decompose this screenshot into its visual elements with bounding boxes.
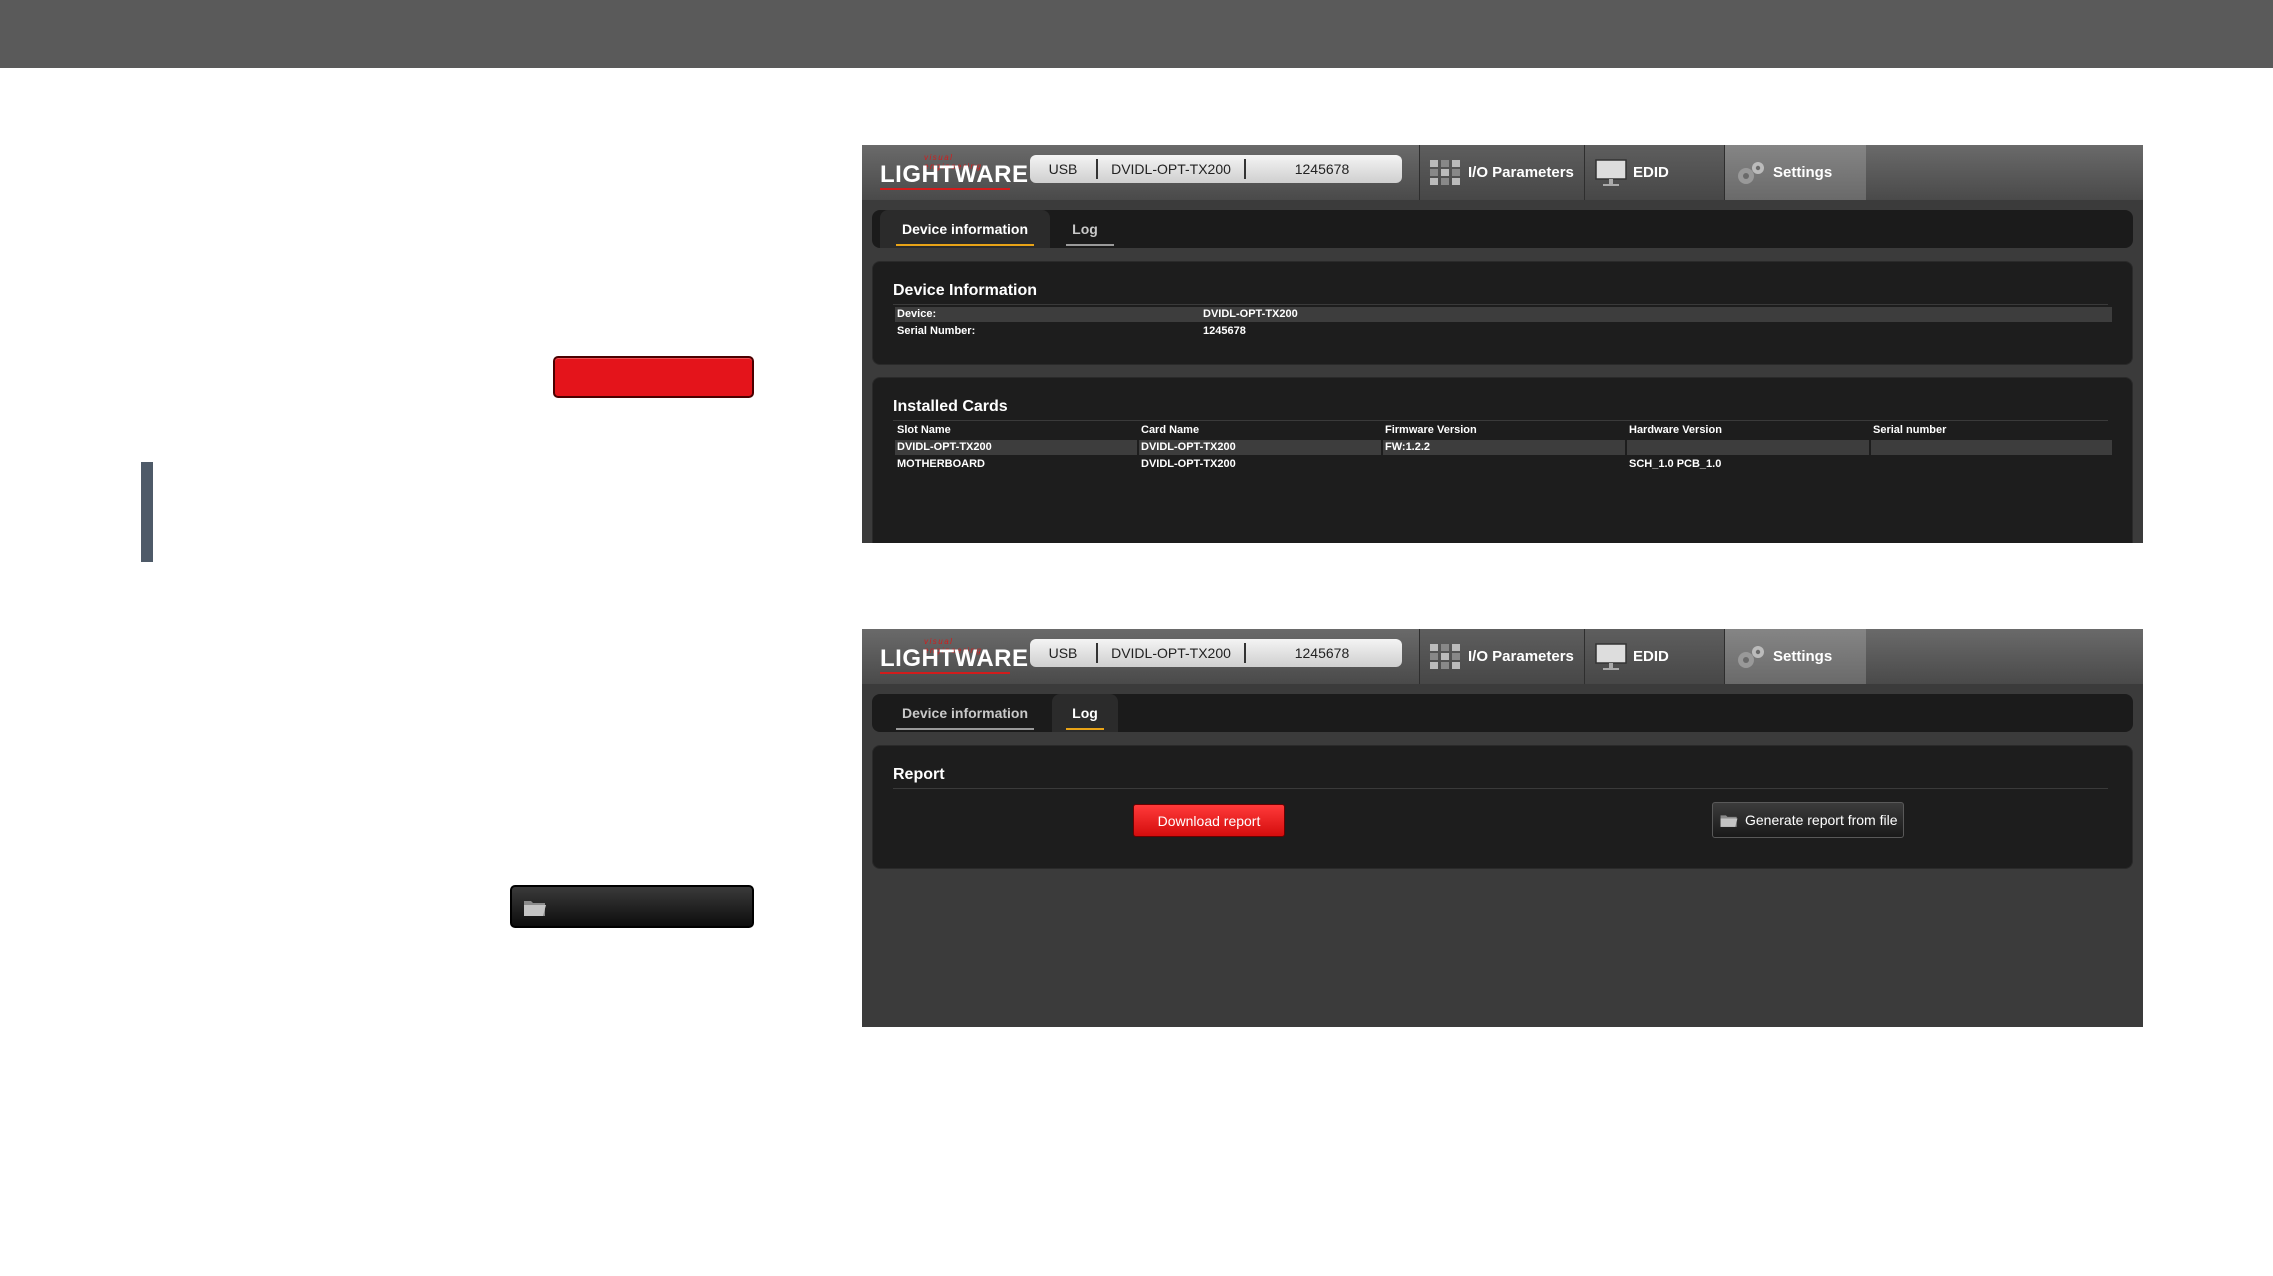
generate-report-button-illustration: [510, 885, 754, 928]
connection-type: USB: [1030, 159, 1098, 179]
monitor-icon: [1595, 642, 1627, 670]
grid-icon: [1430, 643, 1460, 669]
connected-serial: 1245678: [1294, 161, 1350, 177]
nav-settings[interactable]: Settings: [1724, 629, 1866, 684]
nav-edid[interactable]: EDID: [1584, 145, 1724, 200]
settings-subtabs: Device information Log: [872, 210, 2133, 248]
connected-device: DVIDL-OPT-TX200: [1098, 159, 1246, 179]
device-row: Device: DVIDL-OPT-TX200: [895, 307, 2112, 322]
lightware-logo: visual engineering LIGHTWARE: [880, 153, 1029, 190]
tab-log[interactable]: Log: [1052, 210, 1118, 248]
tab-log[interactable]: Log: [1052, 694, 1118, 732]
folder-icon: [524, 901, 546, 916]
table-row[interactable]: MOTHERBOARD DVIDL-OPT-TX200 SCH_1.0 PCB_…: [895, 457, 2112, 472]
connection-info[interactable]: USB DVIDL-OPT-TX200 1245678: [1030, 155, 1402, 183]
connection-type: USB: [1030, 643, 1098, 663]
nav-edid[interactable]: EDID: [1584, 629, 1724, 684]
serial-number-row: Serial Number: 1245678: [897, 325, 1246, 337]
connected-device: DVIDL-OPT-TX200: [1098, 643, 1246, 663]
download-report-button[interactable]: Download report: [1133, 804, 1285, 837]
download-report-button-illustration: [553, 356, 754, 398]
gears-icon: [1738, 645, 1764, 668]
generate-report-from-file-button[interactable]: Generate report from file: [1712, 802, 1904, 838]
app-header: visual engineering LIGHTWARE USB DVIDL-O…: [862, 145, 2143, 200]
installed-cards-panel: Installed Cards Slot Name Card Name Firm…: [872, 377, 2133, 543]
table-header-row: Slot Name Card Name Firmware Version Har…: [897, 424, 1947, 436]
connection-info[interactable]: USB DVIDL-OPT-TX200 1245678: [1030, 639, 1402, 667]
gears-icon: [1738, 161, 1764, 184]
nav-settings[interactable]: Settings: [1724, 145, 1866, 200]
lightware-logo: visual engineering LIGHTWARE: [880, 637, 1029, 674]
nav-io-parameters[interactable]: I/O Parameters: [1419, 629, 1584, 684]
section-marker: [141, 462, 153, 562]
monitor-icon: [1595, 158, 1627, 186]
tab-device-information[interactable]: Device information: [880, 694, 1050, 732]
folder-icon: [1720, 815, 1738, 827]
top-bar: [0, 0, 2273, 68]
tab-device-information[interactable]: Device information: [880, 210, 1050, 248]
table-row[interactable]: DVIDL-OPT-TX200 DVIDL-OPT-TX200 FW:1.2.2: [895, 440, 2112, 455]
lightware-app-log: visual engineering LIGHTWARE USB DVIDL-O…: [862, 629, 2143, 1027]
report-panel: Report Download report Generate report f…: [872, 745, 2133, 869]
lightware-app-device-info: visual engineering LIGHTWARE USB DVIDL-O…: [862, 145, 2143, 543]
report-title: Report: [893, 766, 945, 783]
app-header: visual engineering LIGHTWARE USB DVIDL-O…: [862, 629, 2143, 684]
settings-subtabs: Device information Log: [872, 694, 2133, 732]
nav-io-parameters[interactable]: I/O Parameters: [1419, 145, 1584, 200]
installed-cards-title: Installed Cards: [893, 398, 1008, 415]
connected-serial: 1245678: [1294, 645, 1350, 661]
device-information-panel: Device Information Device: DVIDL-OPT-TX2…: [872, 261, 2133, 365]
grid-icon: [1430, 159, 1460, 185]
device-information-title: Device Information: [893, 282, 1038, 299]
